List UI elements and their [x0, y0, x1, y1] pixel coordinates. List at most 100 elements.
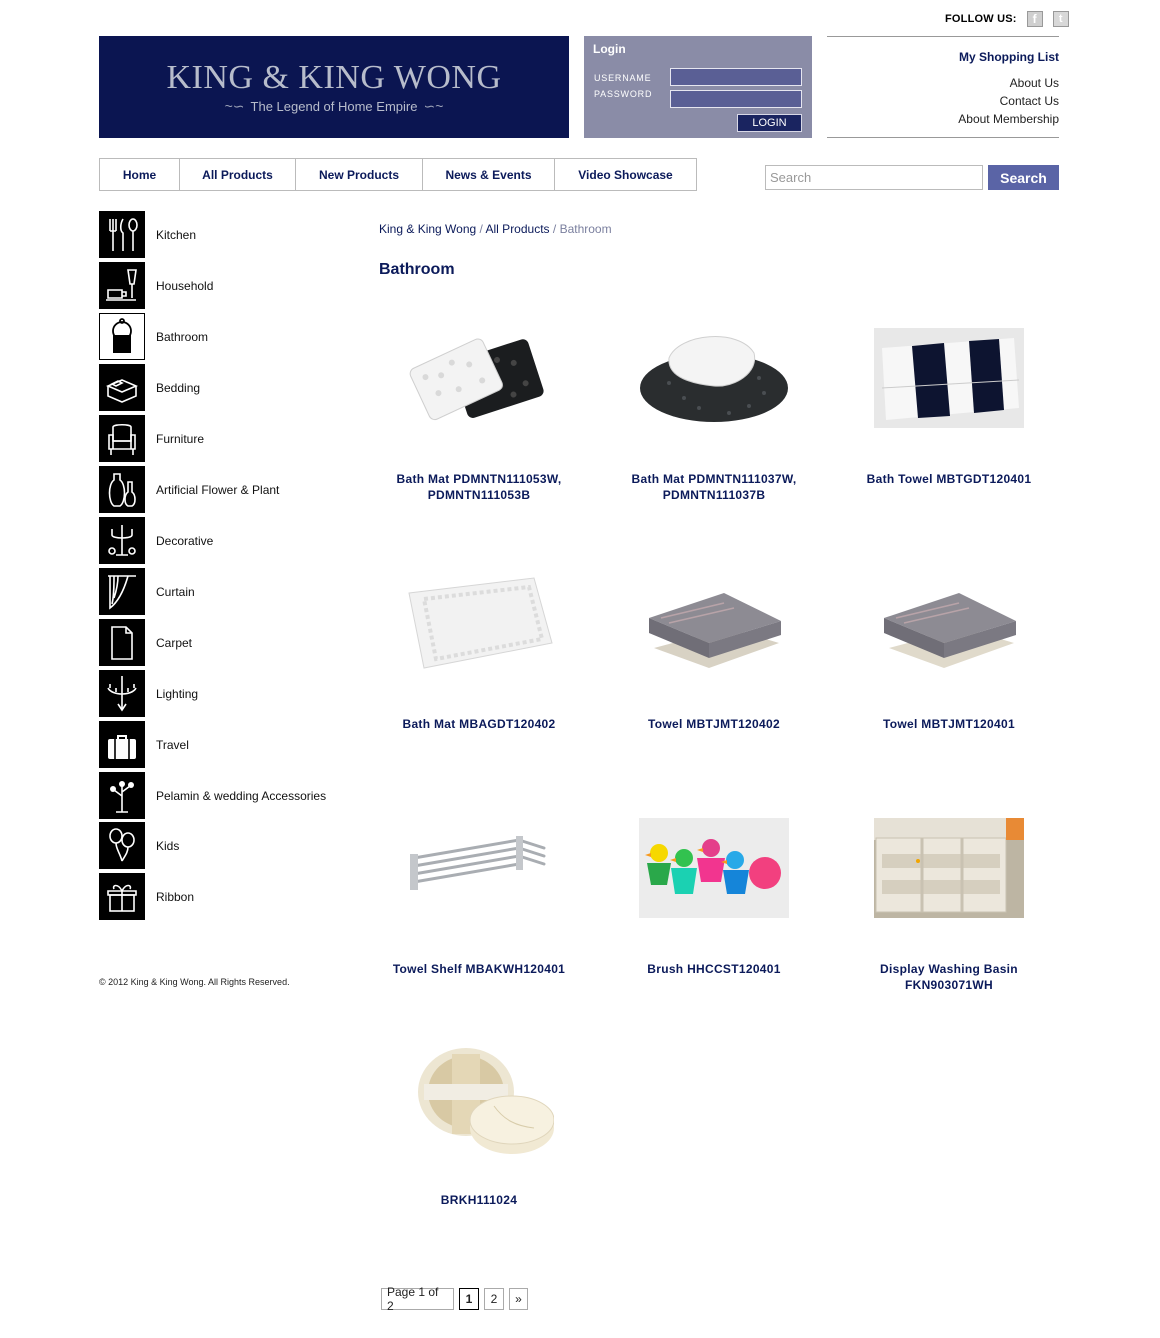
- pagination: Page 1 of 2 1 2 »: [381, 1285, 528, 1313]
- product-card[interactable]: Towel MBTJMT120401: [849, 573, 1049, 743]
- nav-all-products[interactable]: All Products: [180, 159, 296, 190]
- product-name[interactable]: Display Washing Basin FKN903071WH: [849, 961, 1049, 993]
- bed-icon: [99, 364, 145, 411]
- product-name[interactable]: Bath Towel MBTGDT120401: [849, 471, 1049, 487]
- sidebar-item-label: Pelamin & wedding Accessories: [156, 788, 327, 803]
- product-card[interactable]: Towel Shelf MBAKWH120401: [379, 818, 579, 998]
- bath-mat-oval-image[interactable]: [639, 328, 789, 428]
- product-name[interactable]: Towel MBTJMT120402: [614, 716, 814, 732]
- sidebar-item-label: Kitchen: [156, 227, 197, 242]
- breadcrumb-home-link[interactable]: King & King Wong: [379, 222, 476, 236]
- login-button[interactable]: LOGIN: [737, 114, 802, 132]
- product-card[interactable]: Bath Mat PDMNTN111037W, PDMNTN111037B: [614, 328, 814, 508]
- login-panel: Login USERNAME PASSWORD LOGIN: [584, 36, 812, 138]
- product-card[interactable]: Bath Mat PDMNTN111053W, PDMNTN111053B: [379, 328, 579, 508]
- sidebar-item-household[interactable]: Household: [99, 262, 339, 309]
- product-name[interactable]: Brush HHCCST120401: [614, 961, 814, 977]
- product-card[interactable]: Brush HHCCST120401: [614, 818, 814, 998]
- nav-video-showcase[interactable]: Video Showcase: [555, 159, 696, 190]
- sidebar-item-ribbon[interactable]: Ribbon: [99, 873, 339, 920]
- breadcrumb-all-products-link[interactable]: All Products: [486, 222, 550, 236]
- about-us-link[interactable]: About Us: [827, 74, 1059, 92]
- bath-towel-striped-image[interactable]: [874, 328, 1024, 428]
- bath-mat-black-white-image[interactable]: [404, 328, 554, 428]
- product-name[interactable]: BRKH111024: [379, 1192, 579, 1208]
- sidebar-item-pelamin-wedding[interactable]: Pelamin & wedding Accessories: [99, 772, 339, 819]
- account-links: My Shopping List About Us Contact Us Abo…: [827, 36, 1059, 138]
- towel-grey-stack-image[interactable]: [639, 573, 789, 673]
- search-button[interactable]: Search: [988, 165, 1059, 190]
- swirl-left-icon: ~∽: [224, 97, 245, 114]
- cutlery-icon: [99, 211, 145, 258]
- product-card[interactable]: Bath Mat MBAGDT120402: [379, 573, 579, 743]
- page-summary: Page 1 of 2: [381, 1285, 454, 1313]
- sidebar-item-label: Carpet: [156, 635, 193, 650]
- sidebar-item-furniture[interactable]: Furniture: [99, 415, 339, 462]
- username-label: USERNAME: [594, 73, 652, 83]
- sidebar-item-label: Artificial Flower & Plant: [156, 482, 280, 497]
- product-card[interactable]: BRKH111024: [379, 1040, 579, 1210]
- nav-new-products[interactable]: New Products: [296, 159, 423, 190]
- towel-grey-stack-image[interactable]: [874, 573, 1024, 673]
- nav-home[interactable]: Home: [100, 159, 180, 190]
- password-input[interactable]: [670, 90, 802, 108]
- sidebar-item-kids[interactable]: Kids: [99, 822, 339, 869]
- swirl-right-icon: ∽~: [423, 97, 444, 114]
- sidebar-item-artificial-flower-plant[interactable]: Artificial Flower & Plant: [99, 466, 339, 513]
- product-card[interactable]: Display Washing Basin FKN903071WH: [849, 818, 1049, 998]
- breadcrumb-separator: /: [549, 222, 560, 236]
- sidebar-item-carpet[interactable]: Carpet: [99, 619, 339, 666]
- sidebar-item-label: Decorative: [156, 533, 214, 548]
- product-card[interactable]: Towel MBTJMT120402: [614, 573, 814, 743]
- twitter-icon[interactable]: t: [1052, 11, 1069, 27]
- washing-basin-cabinet-image[interactable]: [874, 818, 1024, 918]
- bath-mat-white-image[interactable]: [404, 573, 554, 673]
- sidebar-item-label: Kids: [156, 838, 180, 853]
- sidebar-item-travel[interactable]: Travel: [99, 721, 339, 768]
- vase-icon: [99, 466, 145, 513]
- tagline-text: The Legend of Home Empire: [250, 98, 418, 114]
- sidebar-item-label: Bedding: [156, 380, 201, 395]
- product-name[interactable]: Bath Mat PDMNTN111037W, PDMNTN111037B: [614, 471, 814, 503]
- search-input[interactable]: [765, 165, 983, 190]
- my-shopping-list-link[interactable]: My Shopping List: [827, 50, 1059, 64]
- carpet-icon: [99, 619, 145, 666]
- product-name[interactable]: Towel MBTJMT120401: [849, 716, 1049, 732]
- product-card[interactable]: Bath Towel MBTGDT120401: [849, 328, 1049, 508]
- contact-us-link[interactable]: Contact Us: [827, 92, 1059, 110]
- password-label: PASSWORD: [594, 89, 653, 99]
- product-name[interactable]: Bath Mat MBAGDT120402: [379, 716, 579, 732]
- page-1-button[interactable]: 1: [459, 1288, 479, 1310]
- product-name[interactable]: Bath Mat PDMNTN111053W, PDMNTN111053B: [379, 471, 579, 503]
- breadcrumb-separator: /: [476, 222, 486, 236]
- duck-brushes-image[interactable]: [639, 818, 789, 918]
- follow-us: FOLLOW US: f t: [945, 10, 1069, 28]
- breadcrumb: King & King Wong / All Products / Bathro…: [379, 222, 612, 236]
- curtain-icon: [99, 568, 145, 615]
- next-page-button[interactable]: »: [509, 1288, 528, 1310]
- sidebar-item-bedding[interactable]: Bedding: [99, 364, 339, 411]
- page-title: Bathroom: [379, 261, 455, 278]
- armchair-icon: [99, 415, 145, 462]
- breadcrumb-current: Bathroom: [559, 222, 612, 236]
- username-input[interactable]: [670, 68, 802, 86]
- page-2-button[interactable]: 2: [484, 1288, 504, 1310]
- about-membership-link[interactable]: About Membership: [827, 110, 1059, 128]
- sidebar-item-label: Ribbon: [156, 889, 195, 904]
- site-logo-banner[interactable]: KING & KING WONG ~∽ The Legend of Home E…: [99, 36, 569, 138]
- sidebar-item-decorative[interactable]: Decorative: [99, 517, 339, 564]
- sidebar-item-label: Furniture: [156, 431, 205, 446]
- towel-ring-icon: [99, 313, 145, 360]
- sidebar-item-bathroom[interactable]: Bathroom: [99, 313, 339, 360]
- sidebar-item-lighting[interactable]: Lighting: [99, 670, 339, 717]
- balloons-icon: [99, 822, 145, 869]
- login-title: Login: [593, 42, 626, 56]
- sidebar-item-curtain[interactable]: Curtain: [99, 568, 339, 615]
- towel-shelf-image[interactable]: [404, 818, 554, 918]
- suitcase-icon: [99, 721, 145, 768]
- nav-news-events[interactable]: News & Events: [423, 159, 555, 190]
- product-name[interactable]: Towel Shelf MBAKWH120401: [379, 961, 579, 977]
- sidebar-item-kitchen[interactable]: Kitchen: [99, 211, 339, 258]
- facebook-icon[interactable]: f: [1026, 11, 1043, 27]
- bath-sponge-image[interactable]: [404, 1040, 555, 1160]
